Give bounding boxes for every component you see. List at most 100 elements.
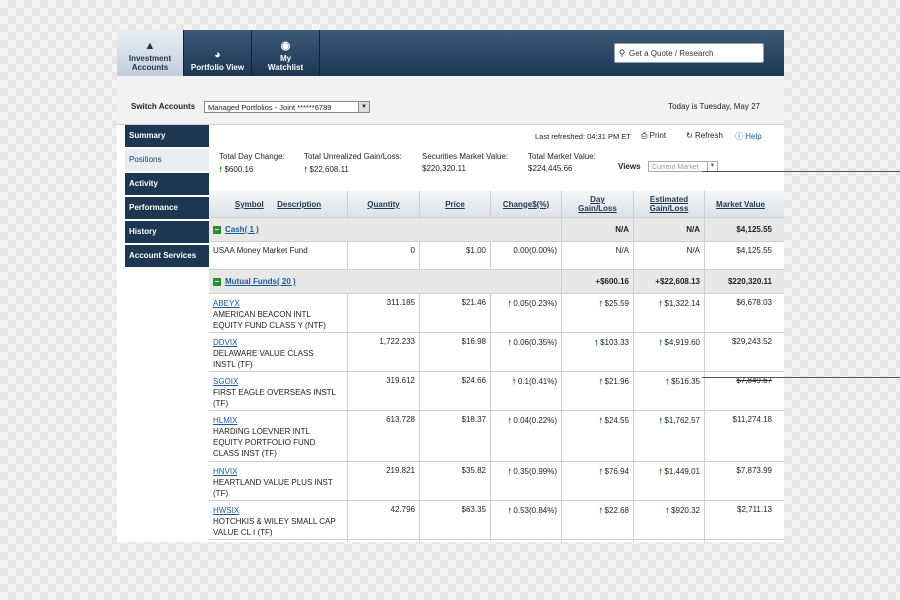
fund-change-value: 0.1(0.41%) (517, 377, 557, 386)
fund-quantity: 613.728 (348, 411, 420, 461)
help-button[interactable]: ⓘ Help (735, 131, 762, 142)
views-label: Views (618, 162, 641, 171)
cash-price: $1.00 (420, 242, 491, 269)
cash-mv: $4,125.55 (736, 225, 772, 234)
fund-description: ABEYX AMERICAN BEACON INTL EQUITY FUND CLA… (209, 294, 348, 332)
header-quantity[interactable]: Quantity (348, 191, 420, 217)
fund-day-gain-value: $22.68 (604, 506, 629, 515)
fund-price: $24.66 (420, 372, 491, 410)
cash-section-label[interactable]: Cash( 1 ) (225, 225, 259, 234)
total-unrealized-label: Total Unrealized Gain/Loss: (304, 152, 402, 161)
fund-day-gain: 🠕 $21.96 (562, 372, 634, 410)
sidebar-item-performance[interactable]: Performance (125, 197, 209, 219)
chevron-down-icon: ▼ (707, 162, 717, 171)
side-nav: Summary Positions Activity Performance H… (125, 125, 209, 269)
cash-change: 0.00(0.00%) (491, 242, 562, 269)
fund-description: HNVIX HEARTLAND VALUE PLUS INST (TF) (209, 462, 348, 500)
header-description[interactable]: Description (277, 200, 321, 209)
fund-quantity: 311.185 (348, 294, 420, 332)
quote-search-input[interactable]: ⚲ Get a Quote / Research (614, 43, 764, 63)
cash-section-toggle[interactable]: – Cash( 1 ) (209, 218, 562, 241)
header-market-value[interactable]: Market Value (705, 191, 776, 217)
mutual-funds-label[interactable]: Mutual Funds( 20 ) (225, 277, 296, 286)
total-unrealized-value: $22,608.11 (309, 165, 349, 174)
total-unrealized: Total Unrealized Gain/Loss: 🠕 $22,608.11 (304, 152, 402, 178)
total-market-value: Total Market Value: $224,445.66 (528, 152, 596, 173)
fund-description: HLMIX HARDING LOEVNER INTL EQUITY PORTFOLI… (209, 411, 348, 461)
header-price[interactable]: Price (420, 191, 491, 217)
sidebar-item-activity[interactable]: Activity (125, 173, 209, 195)
fund-symbol-link[interactable]: HLMIX (213, 415, 343, 426)
header-symbol-description[interactable]: Symbol Description (209, 191, 348, 217)
fund-symbol-link[interactable]: HWSIX (213, 505, 343, 516)
fund-symbol-link[interactable]: DDVIX (213, 337, 343, 348)
today-date: Today is Tuesday, May 27 (668, 102, 760, 111)
fund-price: $35.82 (420, 462, 491, 500)
fund-market-value: $2,711.13 (737, 505, 772, 514)
callout-line (702, 171, 900, 172)
fund-market-value: $11,274.18 (732, 415, 772, 424)
switch-accounts-bar: Switch Accounts Managed Portfolios - Joi… (117, 76, 784, 125)
header-est-line1: Estimated (649, 195, 689, 204)
fund-est-gain: 🠕 $4,919.60 (634, 333, 705, 371)
fund-quantity: 1,722.233 (348, 333, 420, 371)
mutual-funds-toggle[interactable]: – Mutual Funds( 20 ) (209, 270, 562, 293)
header-quantity-label: Quantity (367, 199, 400, 209)
fund-symbol-link[interactable]: HNVIX (213, 466, 343, 477)
header-symbol[interactable]: Symbol (235, 200, 264, 209)
mf-mv: $220,320.11 (727, 277, 772, 286)
tab-label: My (279, 54, 292, 63)
tab-investment-accounts[interactable]: ▲ Investment Accounts (117, 30, 184, 76)
account-select[interactable]: Managed Portfolios - Joint ******6789 ▼ (204, 101, 370, 113)
up-arrow-icon: 🠕 (219, 165, 223, 174)
cash-name: USAA Money Market Fund (209, 242, 348, 269)
fund-name-line: EQUITY PORTFOLIO FUND (213, 438, 316, 447)
fund-change: 🠕 0.04(0.22%) (491, 411, 562, 461)
up-arrow-icon: 🠕 (665, 506, 670, 515)
tab-my-watchlist[interactable]: ◉ My Watchlist (252, 30, 320, 76)
up-arrow-icon: 🠕 (658, 299, 663, 308)
print-button[interactable]: ⎙ Print (641, 131, 666, 141)
table-row: DDVIX DELAWARE VALUE CLASS INSTL (TF) 1,722… (209, 333, 784, 372)
header-day-gain-loss[interactable]: Day Gain/Loss (562, 191, 634, 217)
up-arrow-icon: 🠕 (599, 299, 603, 308)
fund-market-value: $29,243.52 (731, 337, 772, 346)
fund-symbol-link[interactable]: ABEYX (213, 298, 343, 309)
fund-est-gain: 🠕 $1,762.57 (634, 411, 705, 461)
mutual-funds-section-row: – Mutual Funds( 20 ) +$600.16 +$22,608.1… (209, 270, 784, 294)
fund-change-value: 0.53(0.84%) (513, 506, 557, 515)
fund-market-value: $6,799.41 (705, 540, 776, 542)
fund-day-gain: 🠕$43.66 (562, 540, 634, 542)
tab-portfolio-view[interactable]: ◕ Portfolio View (184, 30, 252, 76)
refresh-button[interactable]: ↻ Refresh (686, 131, 723, 140)
fund-description: DDVIX DELAWARE VALUE CLASS INSTL (TF) (209, 333, 348, 371)
sidebar-item-summary[interactable]: Summary (125, 125, 209, 147)
sidebar-item-positions[interactable]: Positions (125, 149, 209, 171)
pie-chart-icon: ◕ (214, 49, 221, 61)
app-frame: ▲ Investment Accounts ◕ Portfolio View ◉… (117, 30, 784, 542)
sidebar-item-history[interactable]: History (125, 221, 209, 243)
fund-day-gain: 🠕 $103.33 (562, 333, 634, 371)
header-change[interactable]: Change$(%) (491, 191, 562, 217)
fund-est-gain-value: $920.32 (671, 506, 700, 515)
switch-accounts-label: Switch Accounts (131, 102, 196, 111)
fund-change: 🠕 0.1(0.41%) (491, 372, 562, 410)
table-row: USAA Money Market Fund 0 $1.00 0.00(0.00… (209, 242, 784, 270)
fund-est-gain: 🠕 $516.35 (634, 372, 705, 410)
cash-section-row: – Cash( 1 ) N/A N/A $4,125.55 (209, 218, 784, 242)
fund-quantity: 545.699 (348, 540, 420, 542)
fund-est-gain: 🠕 $1,449.01 (634, 462, 705, 500)
table-row: HNVIX HEARTLAND VALUE PLUS INST (TF) 219.82… (209, 462, 784, 501)
header-mv-label: Market Value (716, 199, 765, 209)
sidebar-item-account-services[interactable]: Account Services (125, 245, 209, 267)
up-arrow-icon: 🠕 (507, 416, 512, 425)
quote-placeholder: Get a Quote / Research (629, 48, 714, 58)
fund-day-gain-value: $21.96 (604, 377, 629, 386)
header-estimated-gain-loss[interactable]: Estimated Gain/Loss (634, 191, 705, 217)
fund-change: 🠕 0.53(0.84%) (491, 501, 562, 539)
fund-quantity: 42.796 (348, 501, 420, 539)
up-arrow-icon: 🠕 (507, 467, 512, 476)
header-change-label: Change$(%) (502, 199, 550, 209)
up-arrow-icon: 🠕 (599, 467, 603, 476)
fund-symbol-link[interactable]: SGOIX (213, 376, 343, 387)
